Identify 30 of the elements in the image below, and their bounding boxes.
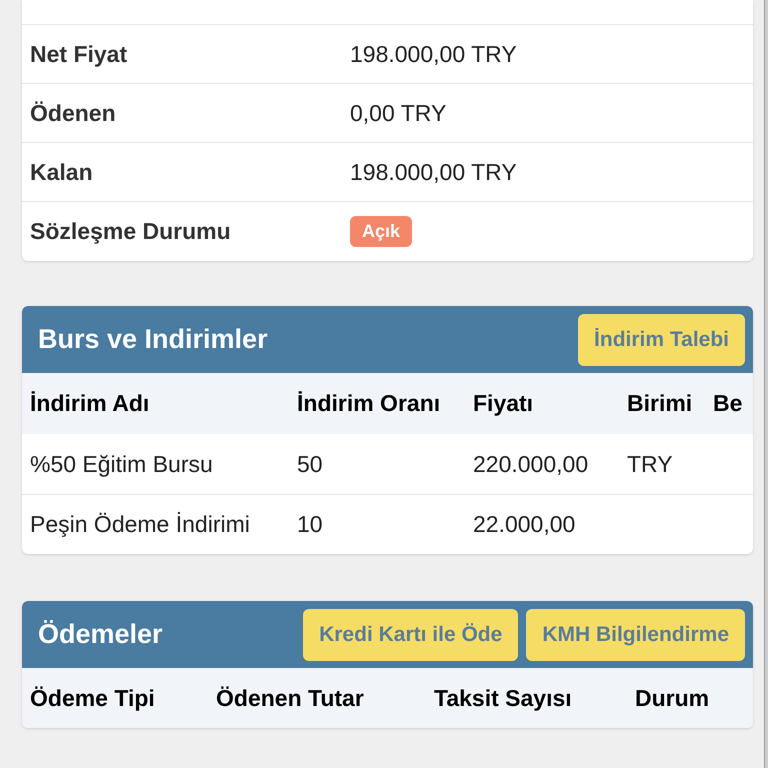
table-cell: 10 (297, 511, 323, 538)
table-cell: TRY (627, 450, 673, 477)
field-value: 0,00 TRY (350, 98, 446, 128)
status-badge: Açık (350, 216, 412, 247)
table-cell: %50 Eğitim Bursu (30, 450, 213, 477)
table-cell: Peşin Ödeme İndirimi (30, 511, 250, 538)
field-label: Kalan (30, 158, 94, 187)
field-label: Ödenen (30, 98, 117, 128)
column-header: İndirim Oranı (297, 389, 442, 418)
field-label: Net Fiyat (30, 40, 128, 69)
scrollbar[interactable] (764, 0, 768, 768)
section-title: Ödemeler (38, 618, 163, 652)
action-button[interactable]: Kredi Kartı ile Öde (303, 608, 518, 660)
column-header: Birimi (627, 389, 694, 418)
table-cell: 50 (297, 450, 323, 477)
column-header: Ödeme Tipi (30, 684, 156, 713)
field-label: Sözleşme Durumu (30, 217, 232, 246)
section-title: Burs ve Indirimler (38, 323, 268, 356)
column-header: İndirim Adı (30, 389, 150, 418)
action-button[interactable]: İndirim Talebi (578, 314, 745, 366)
column-header: Be (713, 389, 743, 418)
column-header: Taksit Sayısı (434, 684, 573, 713)
column-header: Ödenen Tutar (216, 684, 365, 713)
field-value: 198.000,00 TRY (350, 158, 517, 187)
table-cell: 22.000,00 (473, 511, 576, 538)
table-cell: 220.000,00 (473, 450, 588, 477)
field-value: 198.000,00 TRY (350, 40, 517, 69)
column-header: Fiyatı (473, 389, 534, 418)
action-button[interactable]: KMH Bilgilendirme (526, 608, 745, 660)
column-header: Durum (635, 684, 710, 713)
